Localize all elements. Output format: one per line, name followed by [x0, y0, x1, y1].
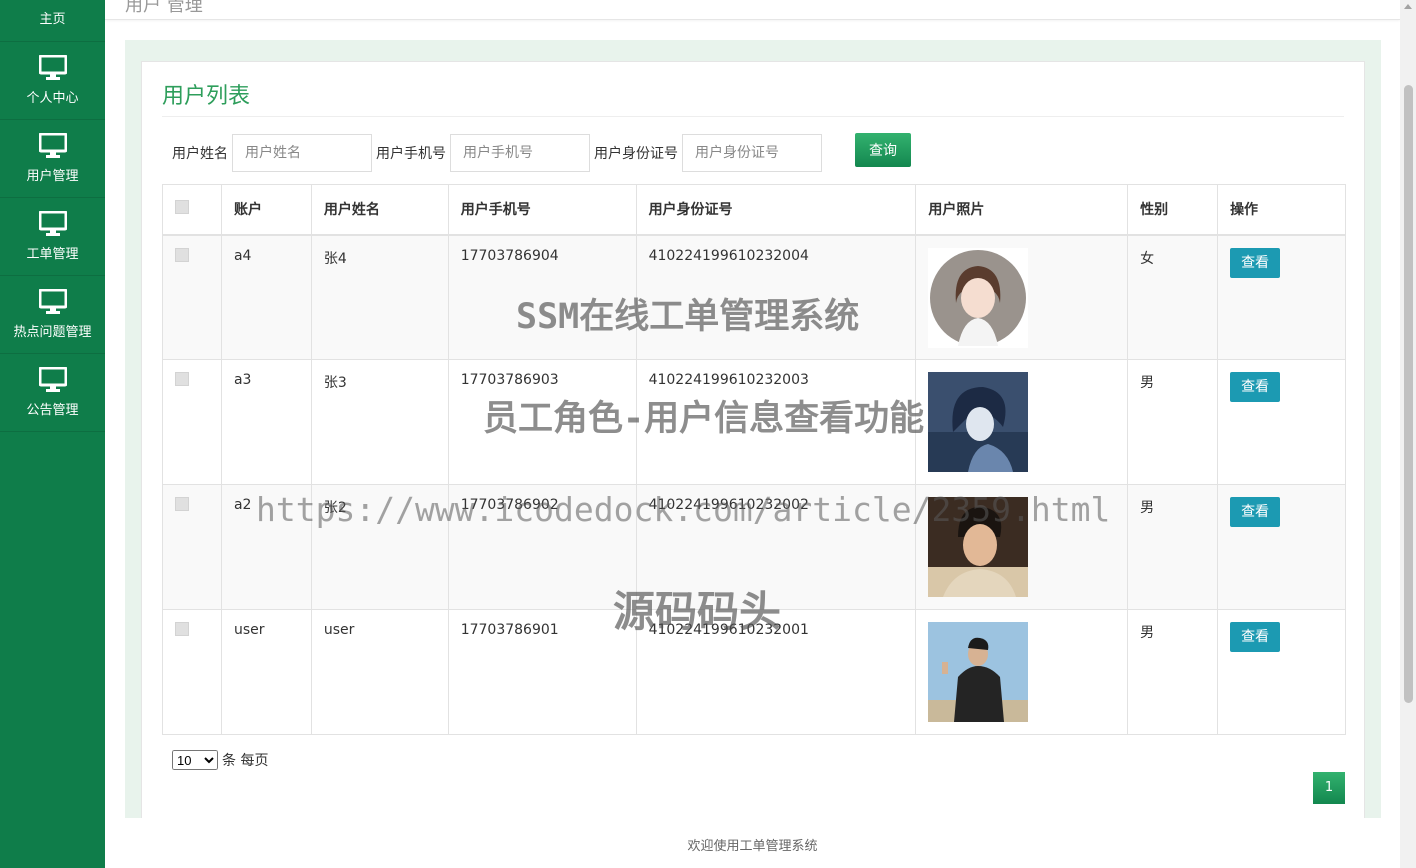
column-header: 操作 [1217, 184, 1346, 235]
table-row: a3 张3 17703786903 410224199610232003 男 查… [162, 359, 1346, 485]
phone-search-input[interactable] [450, 134, 590, 172]
table-row: user user 17703786901 410224199610232001… [162, 609, 1346, 735]
view-button[interactable]: 查看 [1230, 372, 1281, 402]
user-list-panel: 用户列表 用户姓名 用户手机号 用户身份证号 查询 账户 用户姓名 用户手机号 … [141, 61, 1365, 821]
scrollbar-thumb[interactable] [1404, 85, 1413, 703]
name-search-input[interactable] [232, 134, 372, 172]
view-button[interactable]: 查看 [1230, 247, 1281, 278]
column-header: 用户手机号 [447, 184, 637, 235]
pagination-size: 10 条 每页 [172, 750, 268, 770]
monitor-icon [38, 55, 67, 80]
photo-cell [915, 484, 1129, 610]
phone-cell: 17703786901 [447, 609, 637, 735]
monitor-icon [38, 133, 67, 158]
column-header: 性别 [1127, 184, 1219, 235]
sidebar: 主页 个人中心 用户管理 工单管理 热点问题管理 公告管理 [0, 0, 105, 868]
name-cell: 张4 [310, 234, 449, 360]
view-button[interactable]: 查看 [1230, 497, 1281, 527]
sidebar-item-label: 工单管理 [26, 247, 79, 262]
select-all-checkbox[interactable] [175, 200, 189, 215]
account-cell: a3 [220, 359, 312, 485]
table-header-row: 账户 用户姓名 用户手机号 用户身份证号 用户照片 性别 操作 [162, 184, 1346, 235]
sidebar-item-personal-center[interactable]: 个人中心 [0, 42, 105, 120]
sidebar-item-ticket-management[interactable]: 工单管理 [0, 198, 105, 276]
gender-cell: 男 [1127, 359, 1219, 485]
row-checkbox[interactable] [175, 622, 189, 636]
action-cell: 查看 [1217, 609, 1346, 735]
gender-cell: 女 [1127, 234, 1219, 360]
photo-cell [915, 234, 1129, 360]
view-button[interactable]: 查看 [1230, 622, 1281, 652]
column-header: 账户 [220, 184, 312, 235]
user-photo [928, 497, 1029, 597]
gender-cell: 男 [1127, 609, 1219, 735]
row-checkbox[interactable] [175, 497, 189, 511]
title-divider [162, 116, 1344, 117]
name-cell: user [310, 609, 449, 735]
sidebar-item-label: 公告管理 [26, 403, 79, 418]
column-header: 用户照片 [915, 184, 1129, 235]
sidebar-item-hot-issues[interactable]: 热点问题管理 [0, 276, 105, 354]
phone-cell: 17703786903 [447, 359, 637, 485]
page-size-suffix: 条 每页 [222, 753, 269, 769]
monitor-icon [38, 211, 67, 236]
idcard-search-label: 用户身份证号 [594, 146, 678, 162]
page-title: 用户列表 [162, 84, 251, 109]
monitor-icon [38, 289, 67, 314]
user-photo [928, 372, 1029, 472]
idcard-cell: 410224199610232004 [635, 234, 917, 360]
page-scrollbar[interactable] [1400, 0, 1416, 868]
row-checkbox[interactable] [175, 372, 189, 386]
action-cell: 查看 [1217, 484, 1346, 610]
account-cell: user [220, 609, 312, 735]
footer-text: 欢迎使用工单管理系统 [687, 839, 818, 854]
photo-cell [915, 609, 1129, 735]
sidebar-item-label: 主页 [39, 12, 66, 27]
idcard-search-input[interactable] [682, 134, 822, 172]
footer: 欢迎使用工单管理系统 [105, 818, 1400, 868]
idcard-cell: 410224199610232002 [635, 484, 917, 610]
action-cell: 查看 [1217, 234, 1346, 360]
idcard-cell: 410224199610232003 [635, 359, 917, 485]
account-cell: a4 [220, 234, 312, 360]
page-button-current[interactable]: 1 [1313, 772, 1345, 804]
gender-cell: 男 [1127, 484, 1219, 610]
column-header: 用户身份证号 [635, 184, 917, 235]
page-size-select[interactable]: 10 [172, 750, 218, 770]
name-cell: 张2 [310, 484, 449, 610]
phone-cell: 17703786904 [447, 234, 637, 360]
table-row: a2 张2 17703786902 410224199610232002 男 查… [162, 484, 1346, 610]
user-table: 账户 用户姓名 用户手机号 用户身份证号 用户照片 性别 操作 a4 张4 17… [162, 184, 1346, 735]
user-photo [928, 247, 1029, 348]
sidebar-item-label: 个人中心 [26, 91, 79, 106]
search-button[interactable]: 查询 [855, 133, 911, 167]
name-cell: 张3 [310, 359, 449, 485]
phone-cell: 17703786902 [447, 484, 637, 610]
sidebar-item-label: 用户管理 [26, 169, 79, 184]
sidebar-item-announcements[interactable]: 公告管理 [0, 354, 105, 432]
column-header: 用户姓名 [310, 184, 449, 235]
sidebar-item-label: 热点问题管理 [13, 325, 92, 340]
search-form: 用户姓名 用户手机号 用户身份证号 [172, 134, 826, 172]
account-cell: a2 [220, 484, 312, 610]
monitor-icon [38, 367, 67, 392]
idcard-cell: 410224199610232001 [635, 609, 917, 735]
photo-cell [915, 359, 1129, 485]
row-checkbox[interactable] [175, 247, 189, 262]
scroll-up-arrow-icon[interactable] [1404, 4, 1412, 9]
sidebar-item-user-management[interactable]: 用户管理 [0, 120, 105, 198]
top-bar: 用户 管理 [105, 0, 1400, 20]
table-row: a4 张4 17703786904 410224199610232004 女 查… [162, 234, 1346, 360]
select-all-cell [162, 184, 222, 235]
sidebar-item-home[interactable]: 主页 [0, 0, 105, 42]
name-search-label: 用户姓名 [172, 146, 228, 162]
user-photo [928, 622, 1029, 722]
phone-search-label: 用户手机号 [376, 146, 446, 162]
breadcrumb: 用户 管理 [125, 0, 203, 16]
action-cell: 查看 [1217, 359, 1346, 485]
